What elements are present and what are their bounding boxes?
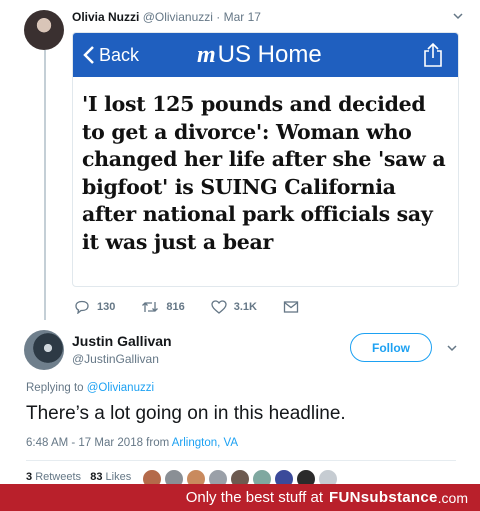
divider xyxy=(26,460,456,461)
like-icon xyxy=(211,300,227,314)
back-label: Back xyxy=(99,44,140,65)
avatar[interactable] xyxy=(24,10,64,50)
retweet-count: 816 xyxy=(166,301,185,313)
replying-to: Replying to @Olivianuzzi xyxy=(26,382,154,394)
retweets-count[interactable]: 3 xyxy=(26,471,32,483)
author-name[interactable]: Olivia Nuzzi xyxy=(72,10,139,24)
dm-action[interactable] xyxy=(283,300,306,314)
site-logo: m xyxy=(197,41,216,68)
retweet-action[interactable]: 816 xyxy=(141,300,185,314)
thread-connector-line xyxy=(44,50,46,320)
follow-button[interactable]: Follow xyxy=(350,333,432,362)
tweet-timestamp: 6:48 AM - 17 Mar 2018 from Arlington, VA xyxy=(26,437,238,449)
watermark-prefix: Only the best stuff at xyxy=(185,489,324,506)
reply-action[interactable]: 130 xyxy=(74,300,115,314)
chevron-down-icon[interactable] xyxy=(452,10,464,22)
replying-to-label: Replying to xyxy=(26,382,84,394)
article-card[interactable]: Back m US Home 'I lost 125 pounds and de… xyxy=(72,32,459,287)
watermark-banner: Only the best stuff at FUNsubstance .com xyxy=(0,484,480,511)
back-button[interactable]: Back xyxy=(83,45,139,66)
like-count: 3.1K xyxy=(233,301,257,313)
author-handle[interactable]: @JustinGallivan xyxy=(72,352,159,366)
reply-count: 130 xyxy=(97,301,116,313)
likes-label[interactable]: Likes xyxy=(106,471,132,483)
author-name[interactable]: Justin Gallivan xyxy=(72,333,172,349)
share-icon[interactable] xyxy=(422,42,444,68)
article-headline: 'I lost 125 pounds and decided to get a … xyxy=(82,92,446,254)
timestamp-text: 6:48 AM - 17 Mar 2018 from xyxy=(26,437,170,449)
retweets-label[interactable]: Retweets xyxy=(35,471,81,483)
location-link[interactable]: Arlington, VA xyxy=(172,437,238,449)
home-label: US Home xyxy=(217,41,322,68)
tweet-header: Olivia Nuzzi @Olivianuzzi · Mar 17 xyxy=(72,10,261,24)
reply-icon xyxy=(75,300,89,314)
replying-to-link[interactable]: @Olivianuzzi xyxy=(87,382,154,394)
author-handle[interactable]: @Olivianuzzi xyxy=(143,10,213,24)
dm-icon xyxy=(283,301,299,313)
likes-count[interactable]: 83 xyxy=(90,471,102,483)
like-action[interactable]: 3.1K xyxy=(211,300,257,314)
tweet-stats: 3 Retweets 83 Likes xyxy=(26,471,131,483)
retweet-icon xyxy=(142,302,159,312)
tweet-date[interactable]: · Mar 17 xyxy=(216,10,261,24)
back-chevron-icon xyxy=(83,46,94,64)
card-nav-bar: Back m US Home xyxy=(73,33,458,77)
card-brand: m US Home xyxy=(197,41,322,69)
watermark-suffix: .com xyxy=(437,489,468,506)
tweet-actions: 130 816 3.1K xyxy=(74,300,332,314)
watermark-brand: FUNsubstance xyxy=(329,489,438,506)
tweet-text: There’s a lot going on in this headline. xyxy=(26,403,346,424)
avatar[interactable] xyxy=(24,330,64,370)
chevron-down-icon[interactable] xyxy=(446,342,458,354)
